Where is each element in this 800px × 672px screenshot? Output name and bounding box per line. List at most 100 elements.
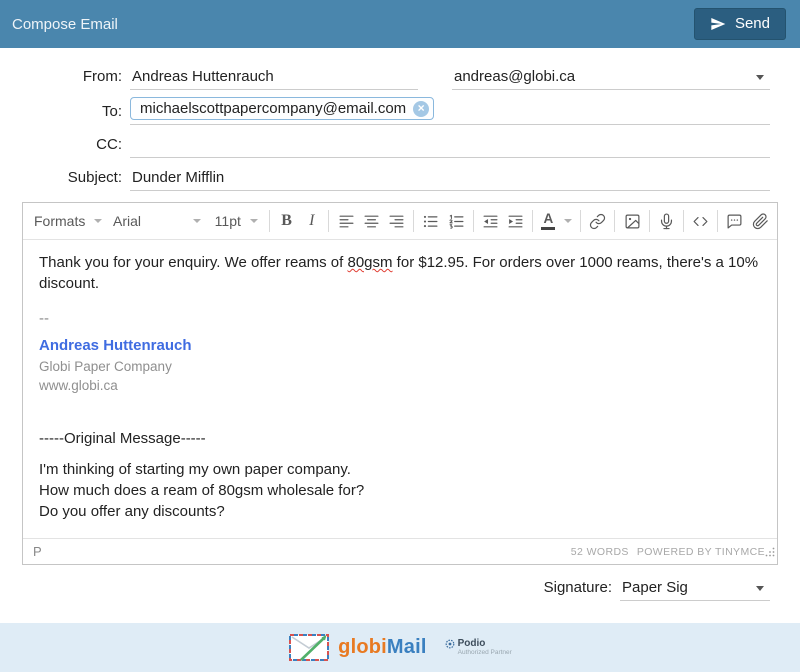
send-button[interactable]: Send (694, 8, 786, 40)
font-size-label: 11pt (215, 213, 241, 229)
numbered-list-button[interactable] (444, 207, 469, 235)
element-path[interactable]: P (33, 544, 42, 559)
globimail-wordmark-mail: Mail (387, 636, 427, 658)
caret-down-icon (756, 75, 764, 84)
toolbar-separator (614, 210, 615, 232)
align-right-button[interactable] (384, 207, 409, 235)
remove-recipient-icon[interactable]: × (413, 101, 429, 117)
increase-indent-button[interactable] (503, 207, 528, 235)
caret-down-icon (564, 219, 572, 227)
recipient-chip[interactable]: michaelscottpapercompany@email.com × (130, 97, 434, 120)
attach-file-button[interactable] (748, 207, 773, 235)
insert-link-button[interactable] (585, 207, 610, 235)
subject-label: Subject: (22, 169, 130, 191)
align-left-button[interactable] (333, 207, 358, 235)
insert-comment-button[interactable] (722, 207, 747, 235)
font-size-dropdown[interactable]: 11pt (208, 208, 265, 234)
decrease-indent-button[interactable] (478, 207, 503, 235)
word-count: 52 WORDS (571, 546, 629, 558)
resize-grip[interactable] (765, 544, 775, 562)
send-icon (710, 16, 726, 32)
cc-input[interactable] (130, 134, 770, 158)
signature-select-value: Paper Sig (622, 579, 688, 596)
toolbar-separator (269, 210, 270, 232)
recipient-chip-email: michaelscottpapercompany@email.com (140, 100, 406, 117)
microphone-icon (658, 213, 675, 230)
comment-icon (726, 213, 743, 230)
caret-down-icon (250, 219, 258, 227)
link-icon (589, 213, 606, 230)
original-message-header: -----Original Message----- (39, 428, 761, 449)
italic-button[interactable]: I (299, 207, 324, 235)
signature-divider: -- (39, 308, 761, 329)
signature-company: Globi Paper Company (39, 357, 761, 376)
caret-down-icon (94, 219, 102, 227)
toolbar-separator (683, 210, 684, 232)
podio-partner-badge[interactable]: Podio Authorized Partner (445, 638, 512, 656)
rich-text-editor: Formats Arial 11pt B I (22, 202, 778, 565)
paperclip-icon (752, 213, 769, 230)
caret-down-icon (193, 219, 201, 227)
original-message-line: Do you offer any discounts? (39, 501, 761, 522)
align-center-button[interactable] (359, 207, 384, 235)
to-label: To: (22, 103, 130, 125)
toolbar-separator (473, 210, 474, 232)
globimail-logo[interactable]: globiMail (288, 632, 426, 663)
from-account-select[interactable]: andreas@globi.ca (452, 66, 770, 90)
podio-icon (445, 639, 455, 649)
editor-statusbar: P 52 WORDS POWERED BY TINYMCE (23, 538, 777, 564)
text-color-icon: A (541, 212, 555, 231)
misspelled-word: 80gsm (347, 254, 392, 271)
toolbar-separator (328, 210, 329, 232)
italic-icon: I (309, 212, 314, 230)
formats-dropdown-label: Formats (34, 213, 85, 229)
tinymce-branding[interactable]: POWERED BY TINYMCE (637, 546, 765, 558)
send-button-label: Send (735, 15, 770, 32)
toolbar-separator (580, 210, 581, 232)
subject-input[interactable] (130, 167, 770, 191)
editor-body[interactable]: Thank you for your enquiry. We offer rea… (23, 240, 777, 538)
text-color-button[interactable]: A (537, 207, 559, 235)
insert-image-button[interactable] (619, 207, 644, 235)
subject-row: Subject: (22, 165, 770, 191)
globimail-wordmark-globi: globi (338, 636, 387, 658)
signature-row: Signature: Paper Sig (0, 565, 800, 601)
to-field[interactable]: michaelscottpapercompany@email.com × (130, 97, 770, 125)
toolbar-separator (532, 210, 533, 232)
font-family-label: Arial (113, 213, 141, 229)
font-family-dropdown[interactable]: Arial (106, 208, 208, 234)
signature-label: Signature: (544, 579, 620, 601)
align-right-icon (388, 213, 405, 230)
from-label: From: (22, 68, 130, 90)
bullet-list-button[interactable] (418, 207, 443, 235)
body-paragraph: Thank you for your enquiry. We offer rea… (39, 252, 761, 294)
signature-name: Andreas Huttenrauch (39, 334, 761, 357)
compose-form: From: andreas@globi.ca To: michaelscottp… (0, 48, 800, 191)
from-row: From: andreas@globi.ca (22, 64, 770, 90)
editor-toolbar: Formats Arial 11pt B I (23, 203, 777, 240)
bullet-list-icon (422, 213, 439, 230)
original-message-line: How much does a ream of 80gsm wholesale … (39, 480, 761, 501)
cc-row: CC: (22, 132, 770, 158)
caret-down-icon (756, 586, 764, 595)
formats-dropdown[interactable]: Formats (27, 208, 106, 234)
compose-header: Compose Email Send (0, 0, 800, 48)
toolbar-separator (413, 210, 414, 232)
from-name-input[interactable] (130, 66, 418, 90)
to-row: To: michaelscottpapercompany@email.com × (22, 97, 770, 125)
record-audio-button[interactable] (654, 207, 679, 235)
numbered-list-icon (448, 213, 465, 230)
toolbar-separator (717, 210, 718, 232)
align-center-icon (363, 213, 380, 230)
from-account-value: andreas@globi.ca (454, 68, 575, 85)
bold-button[interactable]: B (274, 207, 299, 235)
signature-website: www.globi.ca (39, 376, 761, 395)
text-color-menu-button[interactable] (559, 207, 576, 235)
cc-label: CC: (22, 136, 130, 158)
page-title: Compose Email (12, 16, 118, 33)
signature-select[interactable]: Paper Sig (620, 577, 770, 601)
align-left-icon (338, 213, 355, 230)
original-message-line: I'm thinking of starting my own paper co… (39, 459, 761, 480)
source-code-button[interactable] (688, 207, 713, 235)
podio-tagline: Authorized Partner (458, 649, 512, 656)
